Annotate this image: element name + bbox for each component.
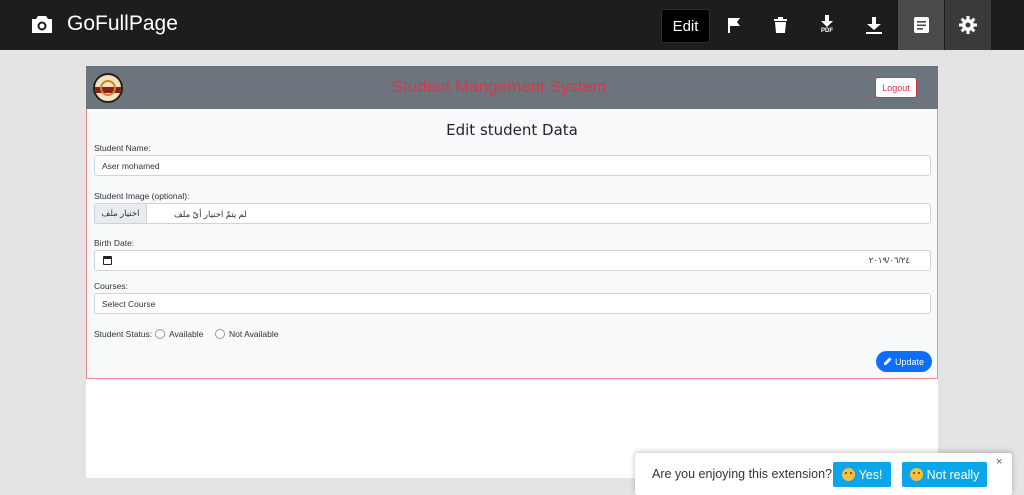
student-name-label: Student Name:	[94, 143, 151, 153]
pencil-icon	[883, 356, 892, 367]
trash-icon	[773, 17, 787, 33]
edit-student-form: Edit student Data Student Name: Aser moh…	[86, 109, 938, 379]
form-title: Edit student Data	[446, 121, 578, 139]
download-icon	[866, 16, 882, 34]
choose-file-button[interactable]: اختيار ملف	[94, 203, 147, 224]
birth-date-label: Birth Date:	[94, 238, 135, 248]
edit-button[interactable]: Edit	[661, 9, 710, 43]
courses-label: Courses:	[94, 281, 129, 291]
yes-button[interactable]: Yes!	[833, 462, 891, 487]
courses-select[interactable]: Select Course	[94, 293, 931, 314]
student-name-input[interactable]: Aser mohamed	[94, 155, 931, 176]
status-not-available-label: Not Available	[229, 329, 279, 339]
birth-date-input[interactable]: ٢٠١٩/٠٦/٢٤	[94, 250, 931, 271]
sad-emoji-icon	[909, 468, 923, 481]
app-title: Student Mangement System	[391, 77, 607, 96]
yes-label: Yes!	[858, 467, 883, 482]
happy-emoji-icon	[841, 468, 855, 481]
student-name-value: Aser mohamed	[102, 160, 160, 171]
logout-button[interactable]: Logout	[875, 77, 917, 98]
notes-button[interactable]	[898, 0, 944, 50]
status-available-radio[interactable]	[155, 329, 165, 339]
gear-icon	[959, 16, 977, 34]
pdf-label: PDF	[821, 28, 833, 34]
student-image-label: Student Image (optional):	[94, 191, 190, 201]
document-icon	[913, 17, 929, 33]
not-really-button[interactable]: Not really	[902, 462, 987, 487]
update-button[interactable]: Update	[876, 351, 932, 372]
student-status-label: Student Status:	[94, 329, 153, 339]
feedback-question: Are you enjoying this extension?	[652, 467, 832, 481]
camera-icon	[31, 14, 53, 34]
flag-button[interactable]	[711, 0, 757, 50]
page-canvas: Student Mangement System Logout Edit stu…	[86, 66, 938, 478]
not-really-label: Not really	[926, 467, 980, 482]
app-navbar: Student Mangement System Logout	[86, 66, 938, 109]
settings-button[interactable]	[945, 0, 991, 50]
feedback-toast: Are you enjoying this extension? Yes! No…	[635, 453, 1012, 495]
status-not-available-radio[interactable]	[215, 329, 225, 339]
download-pdf-icon: PDF	[820, 15, 834, 35]
file-status-text: لم يتمّ اختيار أيّ ملف	[174, 209, 247, 219]
calendar-icon[interactable]	[103, 256, 112, 265]
close-icon[interactable]: ×	[996, 456, 1002, 468]
status-available-label: Available	[169, 329, 204, 339]
extension-toolbar: GoFullPage Edit PDF	[0, 0, 1024, 50]
courses-selected-value: Select Course	[102, 298, 156, 309]
birth-date-value: ٢٠١٩/٠٦/٢٤	[868, 255, 910, 265]
download-pdf-button[interactable]: PDF	[804, 0, 850, 50]
download-button[interactable]	[851, 0, 897, 50]
flag-icon	[727, 17, 741, 33]
update-label: Update	[894, 356, 925, 367]
brand-title: GoFullPage	[67, 12, 178, 35]
delete-button[interactable]	[757, 0, 803, 50]
